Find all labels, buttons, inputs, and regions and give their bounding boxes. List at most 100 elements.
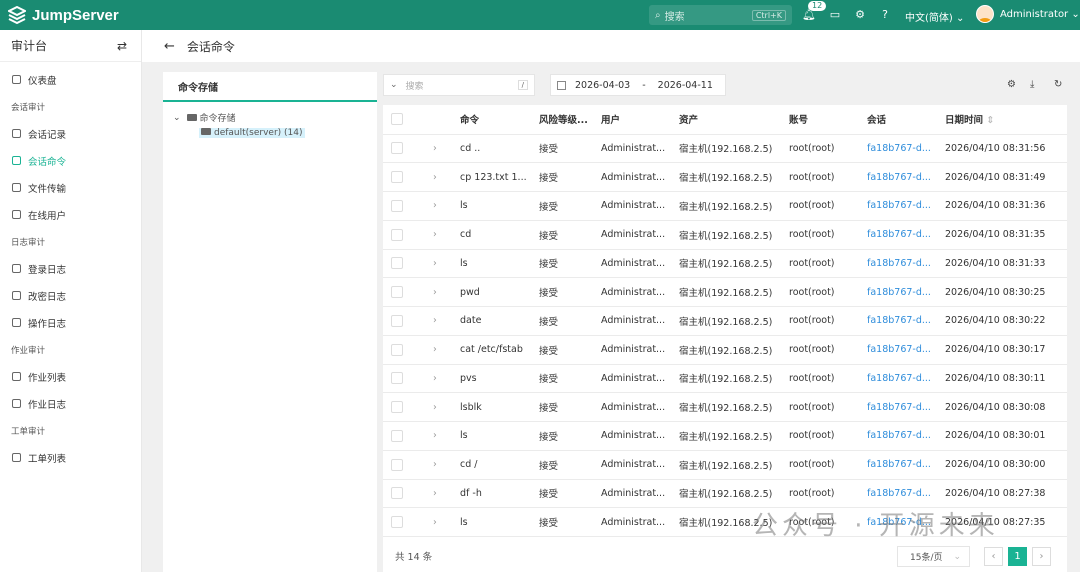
- column-header[interactable]: 命令: [460, 105, 539, 135]
- table-row[interactable]: › date 接受 Administrat... 宿主机(192.168.2.5) roo…: [383, 306, 1067, 336]
- cell-session[interactable]: fa18b767-d...: [867, 306, 945, 336]
- sidebar-item[interactable]: 操作日志: [0, 309, 141, 336]
- table-row[interactable]: › cp 123.txt 1... 接受 Administrat... 宿主机(192.…: [383, 162, 1067, 192]
- cell-session[interactable]: fa18b767-d...: [867, 364, 945, 394]
- cell-session[interactable]: fa18b767-d...: [867, 479, 945, 509]
- expand-chevron-icon[interactable]: ›: [433, 335, 460, 365]
- sidebar-item[interactable]: 在线用户: [0, 201, 141, 228]
- cell-session[interactable]: fa18b767-d...: [867, 134, 945, 164]
- row-checkbox[interactable]: [391, 286, 403, 299]
- column-header[interactable]: 账号: [789, 105, 867, 135]
- sidebar-item[interactable]: 会话命令: [0, 147, 141, 174]
- row-checkbox[interactable]: [391, 343, 403, 356]
- page-size-select[interactable]: 15条/页 ⌄: [897, 546, 970, 567]
- table-row[interactable]: › cd .. 接受 Administrat... 宿主机(192.168.2.5) ro…: [383, 134, 1067, 164]
- expand-chevron-icon[interactable]: ›: [433, 306, 460, 336]
- settings-icon[interactable]: ⚙: [1007, 79, 1016, 90]
- refresh-icon[interactable]: ↻: [1054, 79, 1062, 90]
- table-row[interactable]: › cat /etc/fstab 接受 Administrat... 宿主机(192.1…: [383, 335, 1067, 365]
- table-row[interactable]: › ls 接受 Administrat... 宿主机(192.168.2.5) root(…: [383, 249, 1067, 279]
- sidebar-item[interactable]: 文件传输: [0, 174, 141, 201]
- expand-chevron-icon[interactable]: ›: [433, 277, 460, 307]
- logo[interactable]: JumpServer: [8, 6, 119, 24]
- sidebar-item[interactable]: 登录日志: [0, 255, 141, 282]
- table-row[interactable]: › pwd 接受 Administrat... 宿主机(192.168.2.5) root…: [383, 277, 1067, 307]
- row-checkbox[interactable]: [391, 199, 403, 212]
- cell-session[interactable]: fa18b767-d...: [867, 162, 945, 192]
- next-page-button[interactable]: ›: [1032, 547, 1051, 566]
- column-header-datetime[interactable]: 日期时间 ⇕: [945, 105, 1067, 135]
- back-arrow-icon[interactable]: ←: [164, 39, 175, 54]
- user-menu[interactable]: Administrator ⌄: [976, 5, 1080, 23]
- row-checkbox[interactable]: [391, 487, 403, 500]
- cell-session[interactable]: fa18b767-d...: [867, 277, 945, 307]
- sidebar-item[interactable]: 作业列表: [0, 363, 141, 390]
- row-checkbox[interactable]: [391, 429, 403, 442]
- expand-chevron-icon[interactable]: ›: [433, 249, 460, 279]
- tab-command-storage[interactable]: 命令存储: [163, 72, 377, 102]
- cell-session[interactable]: fa18b767-d...: [867, 191, 945, 221]
- download-icon[interactable]: ⤓: [1030, 79, 1034, 90]
- expand-chevron-icon[interactable]: ›: [433, 507, 460, 537]
- expand-chevron-icon[interactable]: ›: [433, 162, 460, 192]
- row-checkbox[interactable]: [391, 458, 403, 471]
- terminal-icon[interactable]: ▭: [828, 8, 842, 22]
- table-row[interactable]: › ls 接受 Administrat... 宿主机(192.168.2.5) root(…: [383, 507, 1067, 537]
- command-search-input[interactable]: ⌄ 搜索 /: [383, 74, 535, 96]
- table-row[interactable]: › cd 接受 Administrat... 宿主机(192.168.2.5) root(…: [383, 220, 1067, 250]
- select-all-checkbox[interactable]: [391, 113, 403, 126]
- expand-chevron-icon[interactable]: ›: [433, 479, 460, 509]
- gear-icon[interactable]: ⚙: [853, 8, 867, 22]
- column-header[interactable]: 风险等级...: [539, 105, 601, 135]
- sidebar-item[interactable]: 会话记录: [0, 120, 141, 147]
- switch-icon[interactable]: ⇄: [117, 39, 127, 53]
- row-checkbox[interactable]: [391, 372, 403, 385]
- sidebar-item[interactable]: 改密日志: [0, 282, 141, 309]
- table-row[interactable]: › df -h 接受 Administrat... 宿主机(192.168.2.5) ro…: [383, 479, 1067, 509]
- row-checkbox[interactable]: [391, 142, 403, 155]
- table-row[interactable]: › ls 接受 Administrat... 宿主机(192.168.2.5) root(…: [383, 421, 1067, 451]
- expand-chevron-icon[interactable]: ›: [433, 392, 460, 422]
- help-icon[interactable]: ?: [878, 8, 892, 22]
- tree-node-label: 命令存储: [199, 114, 236, 124]
- table-row[interactable]: › ls 接受 Administrat... 宿主机(192.168.2.5) root(…: [383, 191, 1067, 221]
- table-row[interactable]: › cd / 接受 Administrat... 宿主机(192.168.2.5) roo…: [383, 450, 1067, 480]
- column-header[interactable]: 资产: [679, 105, 789, 135]
- sort-icon[interactable]: ⇕: [986, 115, 994, 126]
- cell-session[interactable]: fa18b767-d...: [867, 450, 945, 480]
- row-checkbox[interactable]: [391, 228, 403, 241]
- cell-session[interactable]: fa18b767-d...: [867, 421, 945, 451]
- date-end[interactable]: 2026-04-11: [658, 80, 713, 91]
- date-start[interactable]: 2026-04-03: [575, 80, 630, 91]
- row-checkbox[interactable]: [391, 171, 403, 184]
- expand-chevron-icon[interactable]: ›: [433, 421, 460, 451]
- tree-node-default[interactable]: default(server) (14): [173, 125, 377, 140]
- cell-session[interactable]: fa18b767-d...: [867, 249, 945, 279]
- cell-session[interactable]: fa18b767-d...: [867, 335, 945, 365]
- sidebar-item[interactable]: 工单列表: [0, 444, 141, 471]
- sidebar-item[interactable]: 作业日志: [0, 390, 141, 417]
- row-checkbox[interactable]: [391, 314, 403, 327]
- date-range-picker[interactable]: 2026-04-03 - 2026-04-11: [550, 74, 726, 96]
- expand-chevron-icon[interactable]: ›: [433, 220, 460, 250]
- page-button-current[interactable]: 1: [1008, 547, 1027, 566]
- column-header[interactable]: 用户: [601, 105, 679, 135]
- table-row[interactable]: › lsblk 接受 Administrat... 宿主机(192.168.2.5) ro…: [383, 392, 1067, 422]
- cell-session[interactable]: fa18b767-d...: [867, 220, 945, 250]
- sidebar-item[interactable]: 仪表盘: [0, 66, 141, 93]
- global-search[interactable]: ⌕ 搜索 Ctrl+K: [649, 5, 792, 25]
- column-header[interactable]: 会话: [867, 105, 945, 135]
- row-checkbox[interactable]: [391, 257, 403, 270]
- tree-node-root[interactable]: ⌄ 命令存储: [173, 110, 377, 125]
- row-checkbox[interactable]: [391, 516, 403, 529]
- language-select[interactable]: 中文(简体) ⌄: [905, 9, 964, 24]
- table-row[interactable]: › pvs 接受 Administrat... 宿主机(192.168.2.5) root…: [383, 364, 1067, 394]
- prev-page-button[interactable]: ‹: [984, 547, 1003, 566]
- row-checkbox[interactable]: [391, 401, 403, 414]
- expand-chevron-icon[interactable]: ›: [433, 134, 460, 164]
- expand-chevron-icon[interactable]: ›: [433, 450, 460, 480]
- expand-chevron-icon[interactable]: ›: [433, 191, 460, 221]
- cell-session[interactable]: fa18b767-d...: [867, 507, 945, 537]
- expand-chevron-icon[interactable]: ›: [433, 364, 460, 394]
- cell-session[interactable]: fa18b767-d...: [867, 392, 945, 422]
